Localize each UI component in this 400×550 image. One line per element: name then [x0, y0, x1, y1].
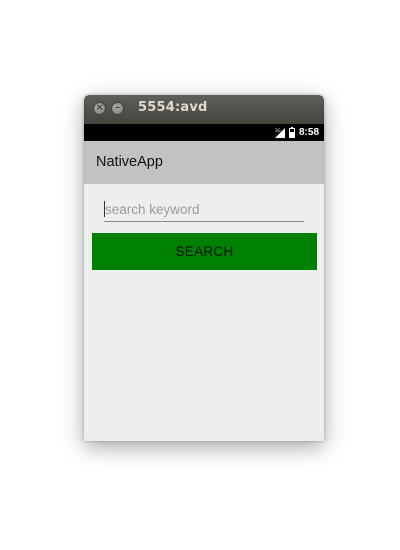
close-icon: ×: [95, 103, 104, 113]
text-cursor: [104, 201, 105, 217]
search-input[interactable]: [104, 198, 304, 222]
battery-icon: [288, 127, 295, 138]
android-status-bar: 3G 8:58: [84, 124, 324, 141]
app-content: SEARCH: [84, 184, 324, 441]
search-button[interactable]: SEARCH: [92, 233, 317, 270]
window-titlebar[interactable]: × – 5554:avd: [84, 95, 324, 124]
window-minimize-button[interactable]: –: [111, 102, 124, 115]
minimize-icon: –: [115, 103, 120, 113]
window-title: 5554:avd: [138, 100, 208, 115]
network-label: 3G: [275, 128, 281, 133]
window-close-button[interactable]: ×: [93, 102, 106, 115]
signal-3g-icon: 3G: [274, 127, 285, 138]
emulator-window: × – 5554:avd 3G 8:58 NativeApp search ke…: [84, 95, 324, 441]
app-action-bar: NativeApp: [84, 141, 324, 184]
status-clock: 8:58: [298, 127, 319, 138]
app-title: NativeApp: [96, 154, 163, 170]
